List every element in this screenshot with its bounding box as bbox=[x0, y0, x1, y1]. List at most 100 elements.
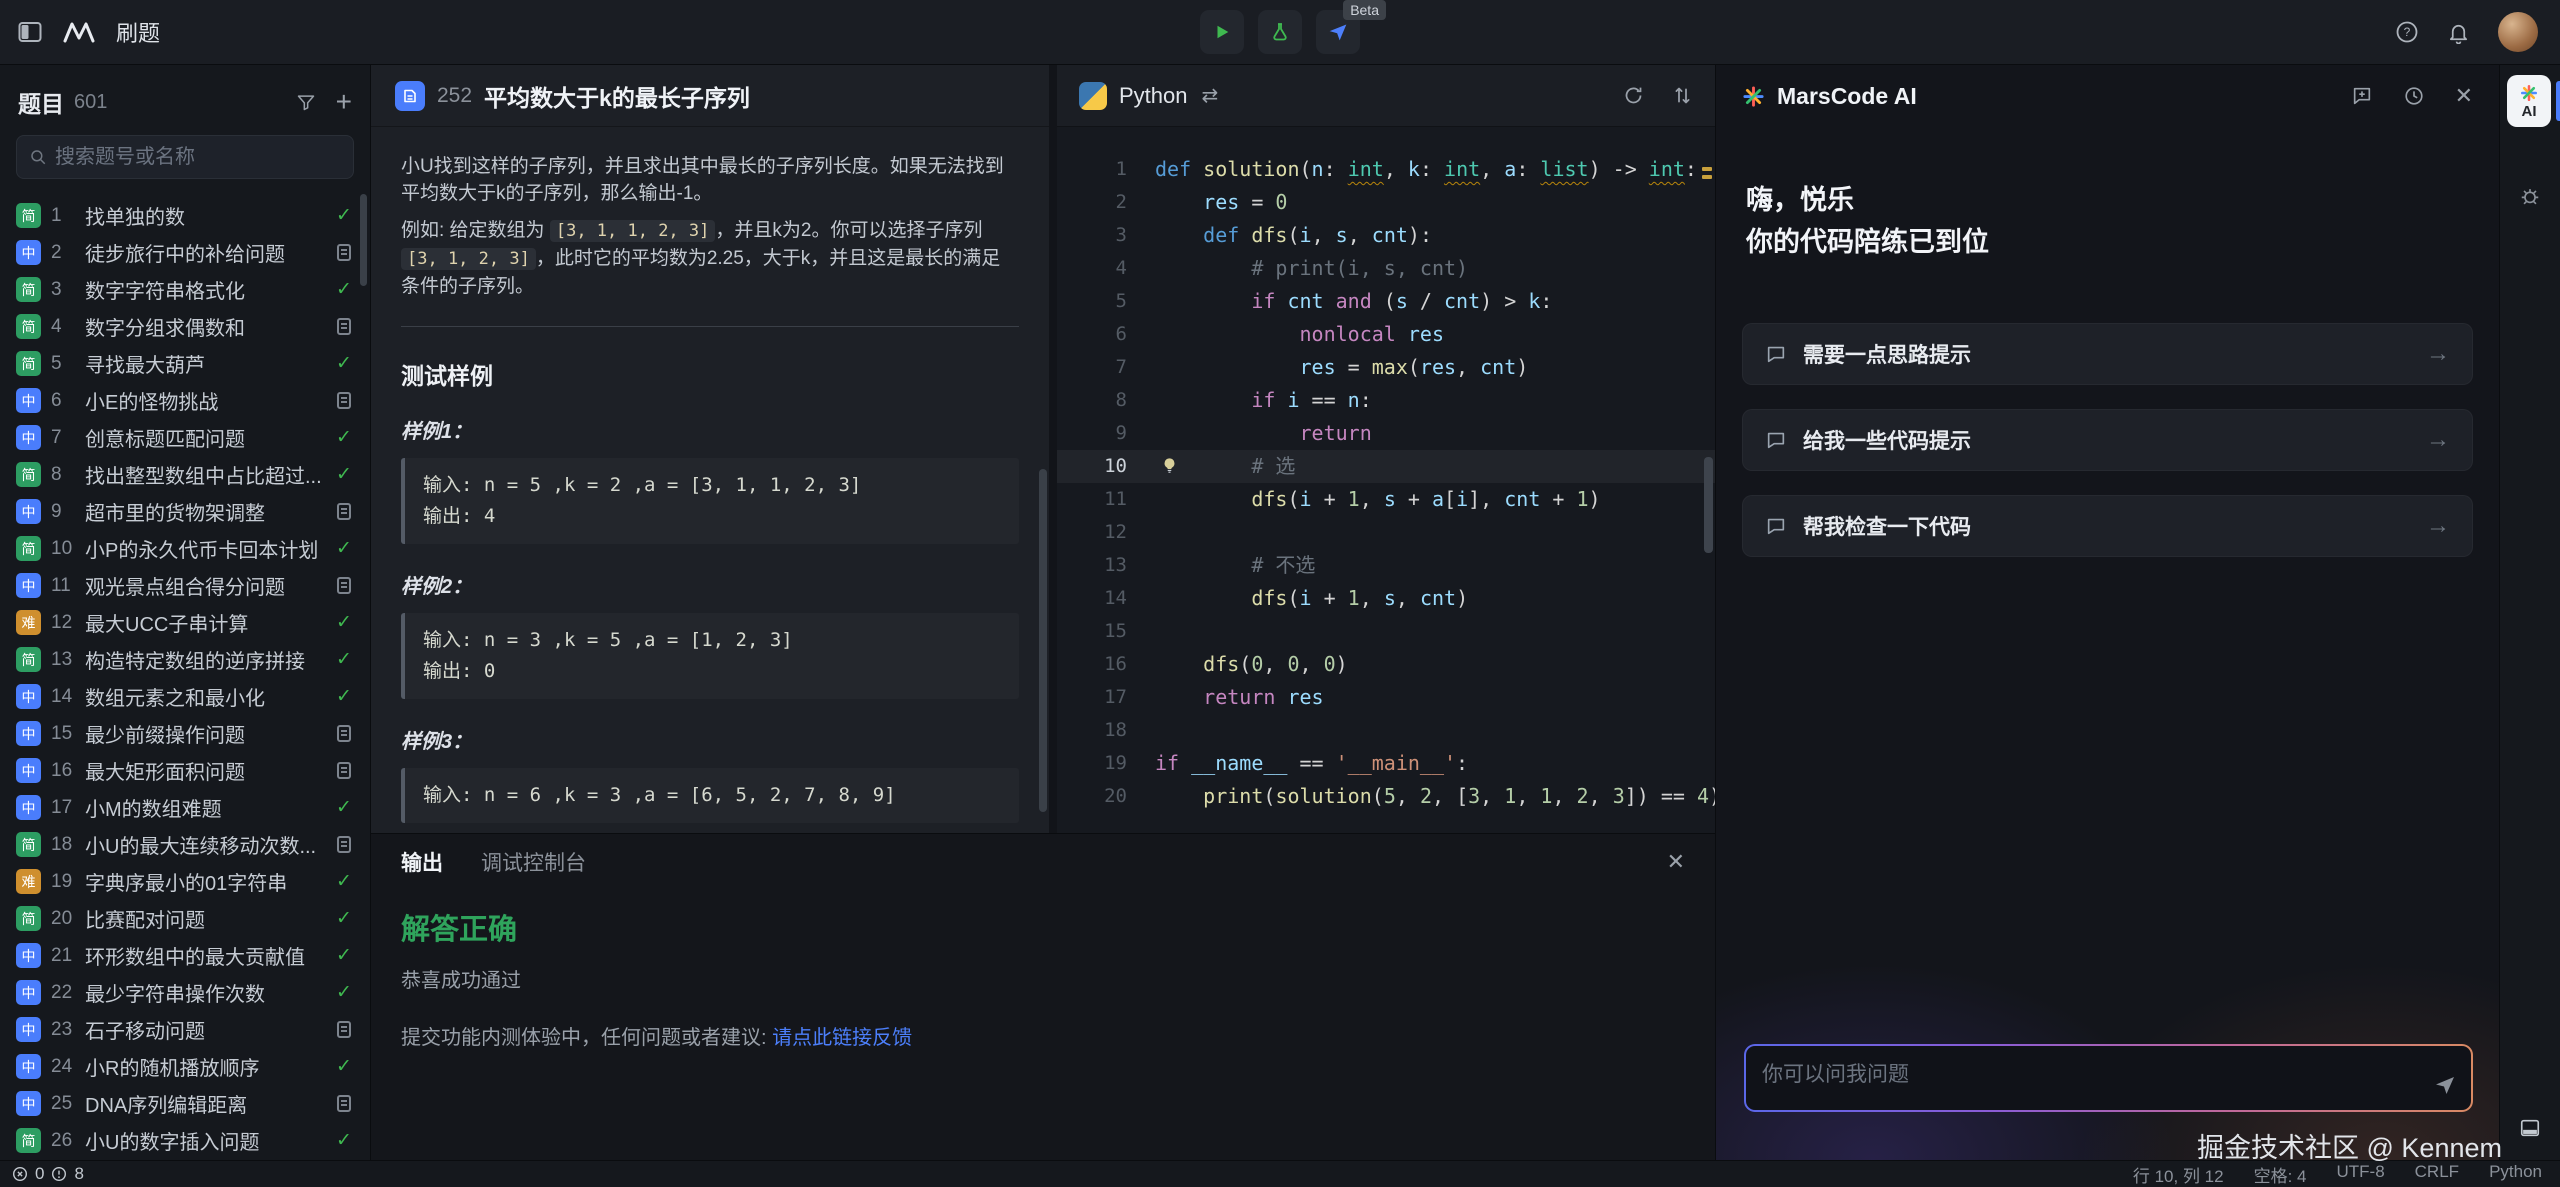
problem-list-item[interactable]: 中21环形数组中的最大贡献值✓ bbox=[0, 937, 370, 974]
ai-suggestion-card[interactable]: 需要一点思路提示→ bbox=[1742, 323, 2473, 385]
code-line[interactable]: 20 print(solution(5, 2, [3, 1, 1, 2, 3])… bbox=[1057, 780, 1715, 813]
ai-suggestions: 需要一点思路提示→ 给我一些代码提示→ 帮我检查一下代码→ bbox=[1742, 323, 2473, 557]
problem-list-item[interactable]: 中14数组元素之和最小化✓ bbox=[0, 678, 370, 715]
problem-list-item[interactable]: 中24小R的随机播放顺序✓ bbox=[0, 1048, 370, 1085]
note-icon bbox=[334, 836, 354, 853]
problem-description: 小U找到这样的子序列，并且求出其中最长的子序列长度。如果无法找到平均数大于k的子… bbox=[401, 153, 1019, 300]
problem-list-item[interactable]: 简13构造特定数组的逆序拼接✓ bbox=[0, 641, 370, 678]
samples-heading: 测试样例 bbox=[401, 357, 1019, 391]
close-icon[interactable]: ✕ bbox=[2455, 83, 2473, 109]
help-icon[interactable]: ? bbox=[2395, 20, 2419, 44]
warnings-icon[interactable] bbox=[51, 1166, 67, 1182]
problem-list-item[interactable]: 简26小U的数字插入问题✓ bbox=[0, 1122, 370, 1159]
status-item[interactable]: CRLF bbox=[2415, 1162, 2459, 1187]
filter-icon[interactable] bbox=[296, 92, 316, 112]
problem-list-item[interactable]: 中6小E的怪物挑战 bbox=[0, 382, 370, 419]
add-problem-button[interactable]: + bbox=[336, 88, 352, 116]
code-line[interactable]: 17 return res bbox=[1057, 681, 1715, 714]
code-line[interactable]: 14 dfs(i + 1, s, cnt) bbox=[1057, 582, 1715, 615]
code-line[interactable]: 15 bbox=[1057, 615, 1715, 648]
problem-list-item[interactable]: 简3数字字符串格式化✓ bbox=[0, 271, 370, 308]
code-line[interactable]: 13 # 不选 bbox=[1057, 549, 1715, 582]
editor-scrollbar[interactable] bbox=[1704, 457, 1713, 553]
problem-list-item[interactable]: 中22最少字符串操作次数✓ bbox=[0, 974, 370, 1011]
ai-suggestion-card[interactable]: 给我一些代码提示→ bbox=[1742, 409, 2473, 471]
language-swap-icon[interactable]: ⇄ bbox=[1202, 83, 1219, 108]
feedback-link[interactable]: 请点此链接反馈 bbox=[772, 1027, 912, 1049]
debug-icon[interactable] bbox=[2519, 185, 2541, 212]
submit-button[interactable]: Beta bbox=[1316, 10, 1360, 54]
problem-list-item[interactable]: 简8找出整型数组中占比超过...✓ bbox=[0, 456, 370, 493]
line-number: 6 bbox=[1057, 318, 1127, 351]
ai-assistant-button[interactable]: AI bbox=[2507, 75, 2551, 127]
problem-list-item[interactable]: 简20比赛配对问题✓ bbox=[0, 900, 370, 937]
problem-list-item[interactable]: 简10小P的永久代币卡回本计划✓ bbox=[0, 530, 370, 567]
code-line[interactable]: 8 if i == n: bbox=[1057, 384, 1715, 417]
new-chat-icon[interactable] bbox=[2351, 85, 2373, 107]
problem-title: 创意标题匹配问题 bbox=[85, 423, 324, 452]
code-line[interactable]: 11 dfs(i + 1, s + a[i], cnt + 1) bbox=[1057, 483, 1715, 516]
errors-icon[interactable] bbox=[12, 1166, 28, 1182]
code-line[interactable]: 18 bbox=[1057, 714, 1715, 747]
problem-list: 简1找单独的数✓中2徒步旅行中的补给问题简3数字字符串格式化✓简4数字分组求偶数… bbox=[0, 197, 370, 1160]
ai-suggestion-card[interactable]: 帮我检查一下代码→ bbox=[1742, 495, 2473, 557]
code-line[interactable]: 16 dfs(0, 0, 0) bbox=[1057, 648, 1715, 681]
avatar[interactable] bbox=[2498, 12, 2538, 52]
test-button[interactable] bbox=[1258, 10, 1302, 54]
bell-icon[interactable] bbox=[2447, 21, 2470, 44]
tab-debug-console[interactable]: 调试控制台 bbox=[481, 847, 586, 877]
code-line[interactable]: 7 res = max(res, cnt) bbox=[1057, 351, 1715, 384]
ai-question-input[interactable] bbox=[1762, 1058, 2372, 1098]
problem-list-item[interactable]: 难19字典序最小的01字符串✓ bbox=[0, 863, 370, 900]
problem-title: 最少字符串操作次数 bbox=[85, 978, 324, 1007]
search-input[interactable] bbox=[55, 146, 341, 169]
problem-list-item[interactable]: 中7创意标题匹配问题✓ bbox=[0, 419, 370, 456]
problem-list-item[interactable]: 中25DNA序列编辑距离 bbox=[0, 1085, 370, 1122]
problem-list-item[interactable]: 中16最大矩形面积问题 bbox=[0, 752, 370, 789]
difficulty-badge: 简 bbox=[16, 906, 41, 931]
sidebar-scrollbar[interactable] bbox=[360, 194, 367, 286]
status-item[interactable]: Python bbox=[2489, 1162, 2542, 1187]
compare-icon[interactable] bbox=[1672, 85, 1693, 106]
sidebar-toggle-icon[interactable] bbox=[18, 21, 42, 43]
code-line[interactable]: 4 # print(i, s, cnt) bbox=[1057, 252, 1715, 285]
code-line[interactable]: 6 nonlocal res bbox=[1057, 318, 1715, 351]
history-icon[interactable] bbox=[2403, 85, 2425, 107]
problem-list-item[interactable]: 中9超市里的货物架调整 bbox=[0, 493, 370, 530]
problem-list-item[interactable]: 简1找单独的数✓ bbox=[0, 197, 370, 234]
code-line[interactable]: 5 if cnt and (s / cnt) > k: bbox=[1057, 285, 1715, 318]
marscode-logo-icon[interactable] bbox=[62, 20, 96, 44]
status-item[interactable]: UTF-8 bbox=[2336, 1162, 2384, 1187]
problem-list-item[interactable]: 中23石子移动问题 bbox=[0, 1011, 370, 1048]
problem-list-item[interactable]: 中11观光景点组合得分问题 bbox=[0, 567, 370, 604]
problem-list-item[interactable]: 难12最大UCC子串计算✓ bbox=[0, 604, 370, 641]
run-button[interactable] bbox=[1200, 10, 1244, 54]
note-icon bbox=[334, 1095, 354, 1112]
code-line[interactable]: 19if __name__ == '__main__': bbox=[1057, 747, 1715, 780]
problem-scrollbar[interactable] bbox=[1039, 469, 1047, 812]
problem-list-item[interactable]: 中2徒步旅行中的补给问题 bbox=[0, 234, 370, 271]
problem-list-item[interactable]: 简4数字分组求偶数和 bbox=[0, 308, 370, 345]
problem-list-item[interactable]: 中15最少前缀操作问题 bbox=[0, 715, 370, 752]
code-line[interactable]: 9 return bbox=[1057, 417, 1715, 450]
status-item[interactable]: 行 10, 列 12 bbox=[2133, 1162, 2224, 1187]
problem-list-item[interactable]: 简18小U的最大连续移动次数... bbox=[0, 826, 370, 863]
code-line[interactable]: 3 def dfs(i, s, cnt): bbox=[1057, 219, 1715, 252]
toggle-panel-icon[interactable] bbox=[2519, 1117, 2541, 1144]
lightbulb-icon[interactable] bbox=[1161, 457, 1178, 477]
problem-list-item[interactable]: 简5寻找最大葫芦✓ bbox=[0, 345, 370, 382]
code-line[interactable]: 2 res = 0 bbox=[1057, 186, 1715, 219]
send-icon[interactable] bbox=[2433, 1073, 2457, 1102]
feedback-text: 提交功能内测体验中，任何问题或者建议: bbox=[401, 1027, 772, 1049]
tab-output[interactable]: 输出 bbox=[401, 847, 443, 877]
python-icon bbox=[1079, 82, 1107, 110]
problem-title: 数组元素之和最小化 bbox=[85, 682, 324, 711]
status-item[interactable]: 空格: 4 bbox=[2254, 1162, 2307, 1187]
code-line[interactable]: 1def solution(n: int, k: int, a: list) -… bbox=[1057, 153, 1715, 186]
code-line[interactable]: 12 bbox=[1057, 516, 1715, 549]
code-text: res = max(res, cnt) bbox=[1155, 351, 1528, 384]
close-icon[interactable]: ✕ bbox=[1667, 849, 1685, 875]
code-line[interactable]: 10 # 选 bbox=[1057, 450, 1715, 483]
problem-list-item[interactable]: 中17小M的数组难题✓ bbox=[0, 789, 370, 826]
reset-code-icon[interactable] bbox=[1623, 85, 1644, 106]
